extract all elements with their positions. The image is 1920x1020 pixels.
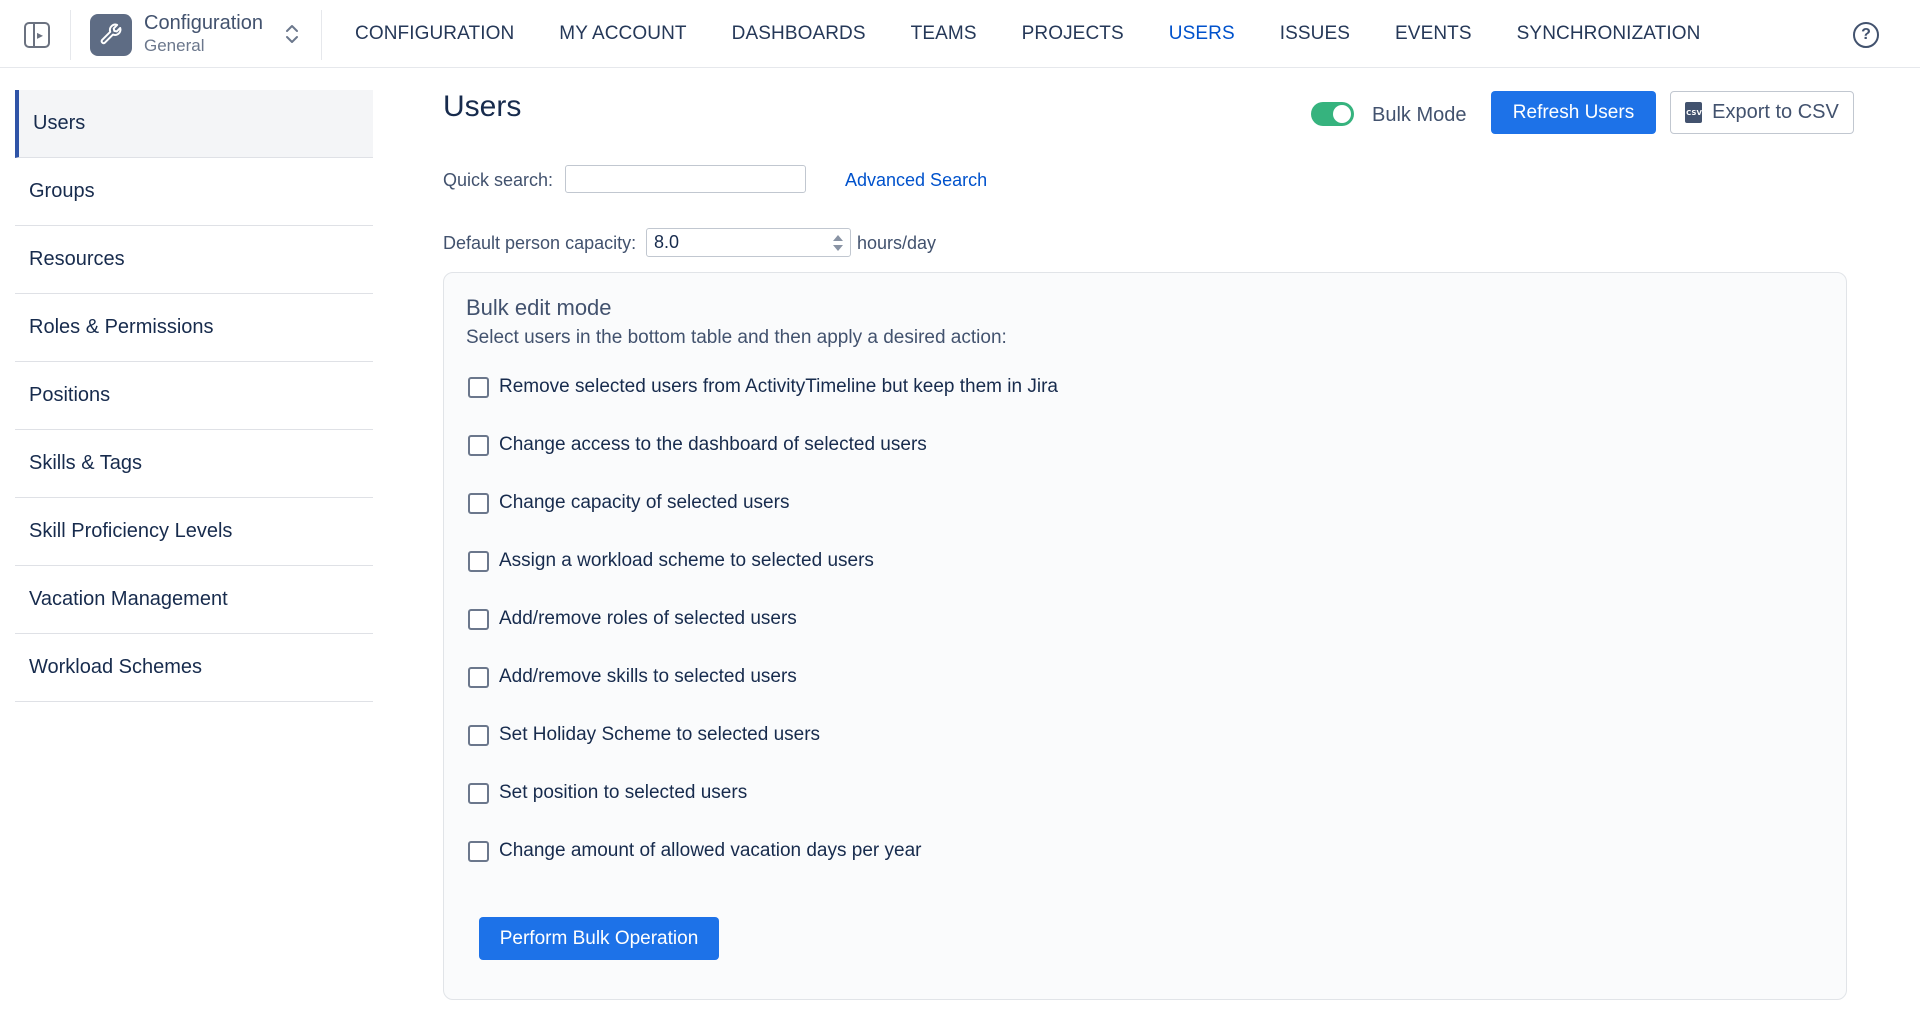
option-label: Set position to selected users bbox=[499, 782, 748, 803]
sidebar-item-groups[interactable]: Groups bbox=[15, 158, 373, 226]
nav-teams[interactable]: TEAMS bbox=[911, 23, 977, 45]
nav-issues[interactable]: ISSUES bbox=[1280, 23, 1350, 45]
export-csv-button[interactable]: CSV Export to CSV bbox=[1670, 91, 1854, 134]
app-title: Configuration bbox=[144, 12, 263, 34]
csv-file-icon: CSV bbox=[1685, 102, 1703, 123]
option-label: Change capacity of selected users bbox=[499, 492, 790, 513]
bulk-edit-panel: Bulk edit mode Select users in the botto… bbox=[443, 272, 1847, 1000]
nav-my-account[interactable]: MY ACCOUNT bbox=[559, 23, 686, 45]
page-title: Users bbox=[443, 90, 522, 123]
toggle-knob bbox=[1333, 105, 1351, 123]
bulk-option-remove-users[interactable]: Remove selected users from ActivityTimel… bbox=[468, 374, 1058, 400]
bulk-option-set-position[interactable]: Set position to selected users bbox=[468, 780, 747, 806]
nav-projects[interactable]: PROJECTS bbox=[1022, 23, 1124, 45]
sidebar-item-workload-schemes[interactable]: Workload Schemes bbox=[15, 634, 373, 702]
option-label: Remove selected users from ActivityTimel… bbox=[499, 376, 1058, 397]
checkbox[interactable] bbox=[468, 434, 489, 456]
option-label: Add/remove roles of selected users bbox=[499, 608, 797, 629]
sidebar-toggle-icon[interactable]: ▸ bbox=[24, 22, 50, 48]
bulk-option-skills[interactable]: Add/remove skills to selected users bbox=[468, 664, 797, 690]
export-csv-label: Export to CSV bbox=[1712, 101, 1839, 123]
nav-events[interactable]: EVENTS bbox=[1395, 23, 1472, 45]
sidebar: Users Groups Resources Roles & Permissio… bbox=[15, 90, 373, 702]
option-label: Change amount of allowed vacation days p… bbox=[499, 840, 922, 861]
nav-users[interactable]: USERS bbox=[1169, 23, 1235, 45]
sidebar-item-roles-permissions[interactable]: Roles & Permissions bbox=[15, 294, 373, 362]
csv-icon-text: CSV bbox=[1686, 109, 1702, 117]
checkbox[interactable] bbox=[468, 840, 489, 862]
checkbox[interactable] bbox=[468, 550, 489, 572]
bulk-option-vacation-days[interactable]: Change amount of allowed vacation days p… bbox=[468, 838, 921, 864]
sidebar-item-positions[interactable]: Positions bbox=[15, 362, 373, 430]
nav-configuration[interactable]: CONFIGURATION bbox=[355, 23, 514, 45]
top-bar: ▸ Configuration General CONFIGURATION MY… bbox=[0, 0, 1920, 68]
option-label: Assign a workload scheme to selected use… bbox=[499, 550, 874, 571]
bulk-edit-description: Select users in the bottom table and the… bbox=[466, 327, 1007, 348]
option-label: Set Holiday Scheme to selected users bbox=[499, 724, 821, 745]
checkbox[interactable] bbox=[468, 376, 489, 398]
divider bbox=[70, 10, 71, 60]
bulk-option-change-dashboard-access[interactable]: Change access to the dashboard of select… bbox=[468, 432, 927, 458]
checkbox[interactable] bbox=[468, 608, 489, 630]
bulk-mode-label: Bulk Mode bbox=[1372, 104, 1467, 126]
app-subtitle: General bbox=[144, 36, 205, 55]
refresh-users-button[interactable]: Refresh Users bbox=[1491, 91, 1656, 134]
advanced-search-link[interactable]: Advanced Search bbox=[845, 170, 987, 191]
sidebar-item-skill-proficiency-levels[interactable]: Skill Proficiency Levels bbox=[15, 498, 373, 566]
bulk-edit-title: Bulk edit mode bbox=[466, 295, 612, 320]
bulk-mode-toggle[interactable] bbox=[1311, 102, 1354, 126]
app-switcher[interactable]: Configuration General bbox=[88, 10, 308, 58]
option-label: Change access to the dashboard of select… bbox=[499, 434, 927, 455]
capacity-unit: hours/day bbox=[857, 233, 937, 253]
sidebar-item-users[interactable]: Users bbox=[15, 90, 373, 158]
capacity-label: Default person capacity: bbox=[443, 233, 637, 253]
checkbox[interactable] bbox=[468, 724, 489, 746]
option-label: Add/remove skills to selected users bbox=[499, 666, 797, 687]
spinner-arrows-icon[interactable] bbox=[832, 233, 844, 253]
bulk-option-roles[interactable]: Add/remove roles of selected users bbox=[468, 606, 797, 632]
sidebar-item-vacation-management[interactable]: Vacation Management bbox=[15, 566, 373, 634]
perform-bulk-operation-button[interactable]: Perform Bulk Operation bbox=[479, 917, 719, 960]
capacity-input[interactable] bbox=[647, 229, 822, 256]
capacity-field bbox=[646, 228, 851, 257]
chevron-updown-icon bbox=[286, 25, 298, 43]
bulk-option-holiday-scheme[interactable]: Set Holiday Scheme to selected users bbox=[468, 722, 820, 748]
sidebar-item-resources[interactable]: Resources bbox=[15, 226, 373, 294]
bulk-option-change-capacity[interactable]: Change capacity of selected users bbox=[468, 490, 789, 516]
wrench-icon bbox=[90, 14, 132, 56]
nav-synchronization[interactable]: SYNCHRONIZATION bbox=[1517, 23, 1701, 45]
quick-search-input[interactable] bbox=[565, 165, 806, 193]
help-icon[interactable]: ? bbox=[1853, 22, 1879, 48]
bulk-option-assign-workload-scheme[interactable]: Assign a workload scheme to selected use… bbox=[468, 548, 874, 574]
quick-search-label: Quick search: bbox=[443, 170, 554, 190]
main-nav: CONFIGURATION MY ACCOUNT DASHBOARDS TEAM… bbox=[355, 0, 1700, 68]
checkbox[interactable] bbox=[468, 492, 489, 514]
divider bbox=[321, 10, 322, 60]
checkbox[interactable] bbox=[468, 666, 489, 688]
sidebar-item-skills-tags[interactable]: Skills & Tags bbox=[15, 430, 373, 498]
checkbox[interactable] bbox=[468, 782, 489, 804]
nav-dashboards[interactable]: DASHBOARDS bbox=[732, 23, 866, 45]
